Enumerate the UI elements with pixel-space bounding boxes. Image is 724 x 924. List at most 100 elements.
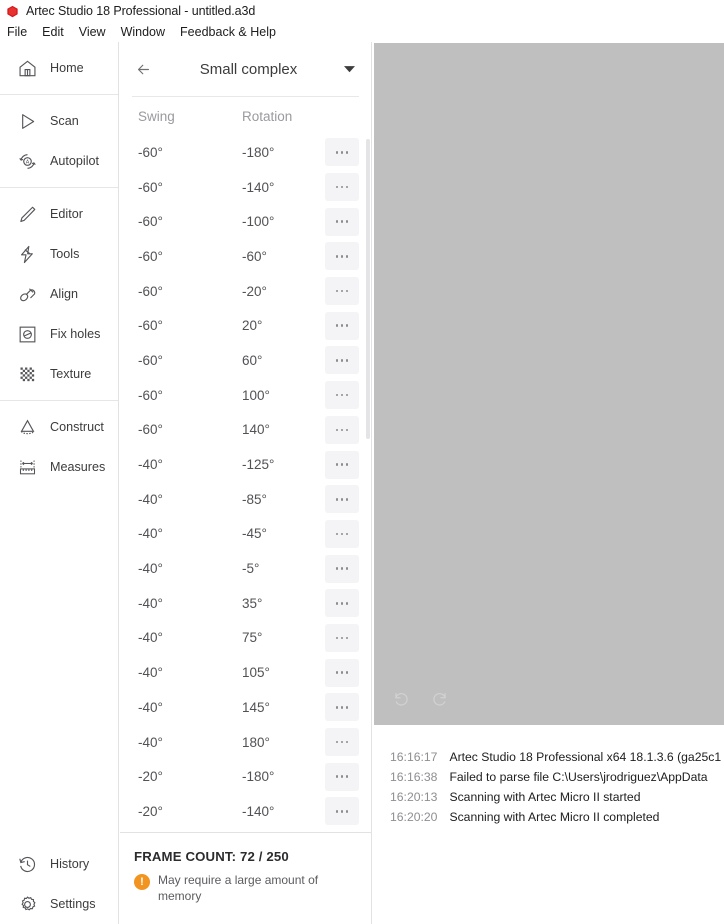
table-row[interactable]: -60° -180° <box>120 135 371 170</box>
cell-rotation: -85° <box>242 491 267 507</box>
table-row[interactable]: -60° 60° <box>120 343 371 378</box>
application-window: Artec Studio 18 Professional - untitled.… <box>0 0 724 924</box>
table-row[interactable]: -20° -140° <box>120 794 371 829</box>
row-menu-button[interactable] <box>325 693 359 722</box>
ellipsis-icon <box>335 289 339 293</box>
menu-window[interactable]: Window <box>121 25 165 39</box>
cell-swing: -40° <box>138 561 163 577</box>
ellipsis-icon <box>340 567 344 570</box>
arrow-left-icon[interactable] <box>130 56 156 82</box>
table-row[interactable]: -60° -60° <box>120 239 371 274</box>
row-menu-button[interactable] <box>325 346 359 375</box>
menu-view[interactable]: View <box>79 25 106 39</box>
table-row[interactable]: -40° -85° <box>120 482 371 517</box>
row-menu-button[interactable] <box>325 277 359 306</box>
column-header-rotation: Rotation <box>242 108 293 124</box>
menu-file[interactable]: File <box>7 25 27 39</box>
parameter-rows-list[interactable]: -60° -180° -60° -140° -60° -100° -60° -60° -60° -… <box>120 135 371 832</box>
redo-icon[interactable] <box>428 688 450 710</box>
row-menu-button[interactable] <box>325 658 359 687</box>
align-icon <box>16 283 38 305</box>
ellipsis-icon <box>345 359 349 362</box>
row-menu-button[interactable] <box>325 450 359 479</box>
sidebar-item-fix-holes[interactable]: Fix holes <box>0 314 118 354</box>
sidebar-item-history[interactable]: History <box>0 844 118 884</box>
row-menu-button[interactable] <box>325 797 359 826</box>
row-menu-button[interactable] <box>325 623 359 652</box>
undo-icon[interactable] <box>390 688 412 710</box>
log-panel[interactable]: 16:16:17 Artec Studio 18 Professional x64… <box>374 733 724 924</box>
cell-swing: -40° <box>138 665 163 681</box>
row-menu-button[interactable] <box>325 173 359 202</box>
menu-feedback-help[interactable]: Feedback & Help <box>180 25 276 39</box>
chevron-down-icon[interactable] <box>341 65 357 73</box>
row-menu-button[interactable] <box>325 589 359 618</box>
ellipsis-icon <box>340 810 344 813</box>
table-row[interactable]: -60° -20° <box>120 274 371 309</box>
panel-footer: FRAME COUNT: 72 / 250 ! May require a la… <box>120 832 371 924</box>
row-menu-button[interactable] <box>325 207 359 236</box>
cell-rotation: -100° <box>242 214 275 230</box>
table-row[interactable]: -60° 140° <box>120 413 371 448</box>
ellipsis-icon <box>335 601 339 605</box>
sidebar-item-measures[interactable]: Measures <box>0 447 118 487</box>
left-sidebar: Home Scan A Autopilot Editor Tools Align… <box>0 42 119 924</box>
cell-swing: -60° <box>138 318 163 334</box>
ellipsis-icon <box>335 428 339 432</box>
ellipsis-icon <box>340 393 344 397</box>
cell-swing: -40° <box>138 699 163 715</box>
sidebar-item-home[interactable]: Home <box>0 48 118 88</box>
sidebar-label-history: History <box>50 857 90 871</box>
row-menu-button[interactable] <box>325 554 359 583</box>
sidebar-label-scan: Scan <box>50 114 79 128</box>
table-row[interactable]: -40° -5° <box>120 551 371 586</box>
ellipsis-icon <box>345 706 349 709</box>
table-row[interactable]: -60° -140° <box>120 170 371 205</box>
table-row[interactable]: -60° 100° <box>120 378 371 413</box>
menu-edit[interactable]: Edit <box>42 25 64 39</box>
row-menu-button[interactable] <box>325 519 359 548</box>
table-row[interactable]: -40° 75° <box>120 621 371 656</box>
sidebar-item-tools[interactable]: Tools <box>0 234 118 274</box>
table-row[interactable]: -40° 105° <box>120 655 371 690</box>
row-menu-button[interactable] <box>325 311 359 340</box>
sidebar-item-scan[interactable]: Scan <box>0 101 118 141</box>
sidebar-item-texture[interactable]: Texture <box>0 354 118 394</box>
ellipsis-icon <box>345 810 349 813</box>
table-row[interactable]: -20° -180° <box>120 759 371 794</box>
cell-swing: -60° <box>138 214 163 230</box>
viewport-3d[interactable] <box>374 43 724 725</box>
table-row[interactable]: -40° 145° <box>120 690 371 725</box>
row-menu-button[interactable] <box>325 485 359 514</box>
panel-scrollbar-thumb[interactable] <box>366 139 370 439</box>
row-menu-button[interactable] <box>325 242 359 271</box>
table-row[interactable]: -40° -45° <box>120 517 371 552</box>
sidebar-item-autopilot[interactable]: A Autopilot <box>0 141 118 181</box>
log-message: Scanning with Artec Micro II started <box>449 790 641 804</box>
sidebar-item-construct[interactable]: Construct <box>0 407 118 447</box>
sidebar-label-align: Align <box>50 287 79 301</box>
table-row[interactable]: -60° 20° <box>120 308 371 343</box>
ellipsis-icon <box>340 636 344 640</box>
row-menu-button[interactable] <box>325 138 359 167</box>
table-row[interactable]: -40° 180° <box>120 725 371 760</box>
row-menu-button[interactable] <box>325 381 359 410</box>
sidebar-item-editor[interactable]: Editor <box>0 194 118 234</box>
table-row[interactable]: -40° 35° <box>120 586 371 621</box>
table-row[interactable]: -40° -125° <box>120 447 371 482</box>
sidebar-item-settings[interactable]: Settings <box>0 884 118 924</box>
row-menu-button[interactable] <box>325 762 359 791</box>
sidebar-item-align[interactable]: Align <box>0 274 118 314</box>
panel-scrollbar[interactable] <box>366 135 370 832</box>
cell-swing: -60° <box>138 179 163 195</box>
row-menu-button[interactable] <box>325 728 359 757</box>
cell-rotation: -125° <box>242 457 275 473</box>
cell-rotation: 140° <box>242 422 270 438</box>
ellipsis-icon <box>335 740 339 744</box>
ellipsis-icon <box>340 463 344 466</box>
ellipsis-icon <box>335 359 339 362</box>
cone-icon <box>16 416 38 438</box>
row-menu-button[interactable] <box>325 415 359 444</box>
ellipsis-icon <box>340 428 344 432</box>
table-row[interactable]: -60° -100° <box>120 204 371 239</box>
